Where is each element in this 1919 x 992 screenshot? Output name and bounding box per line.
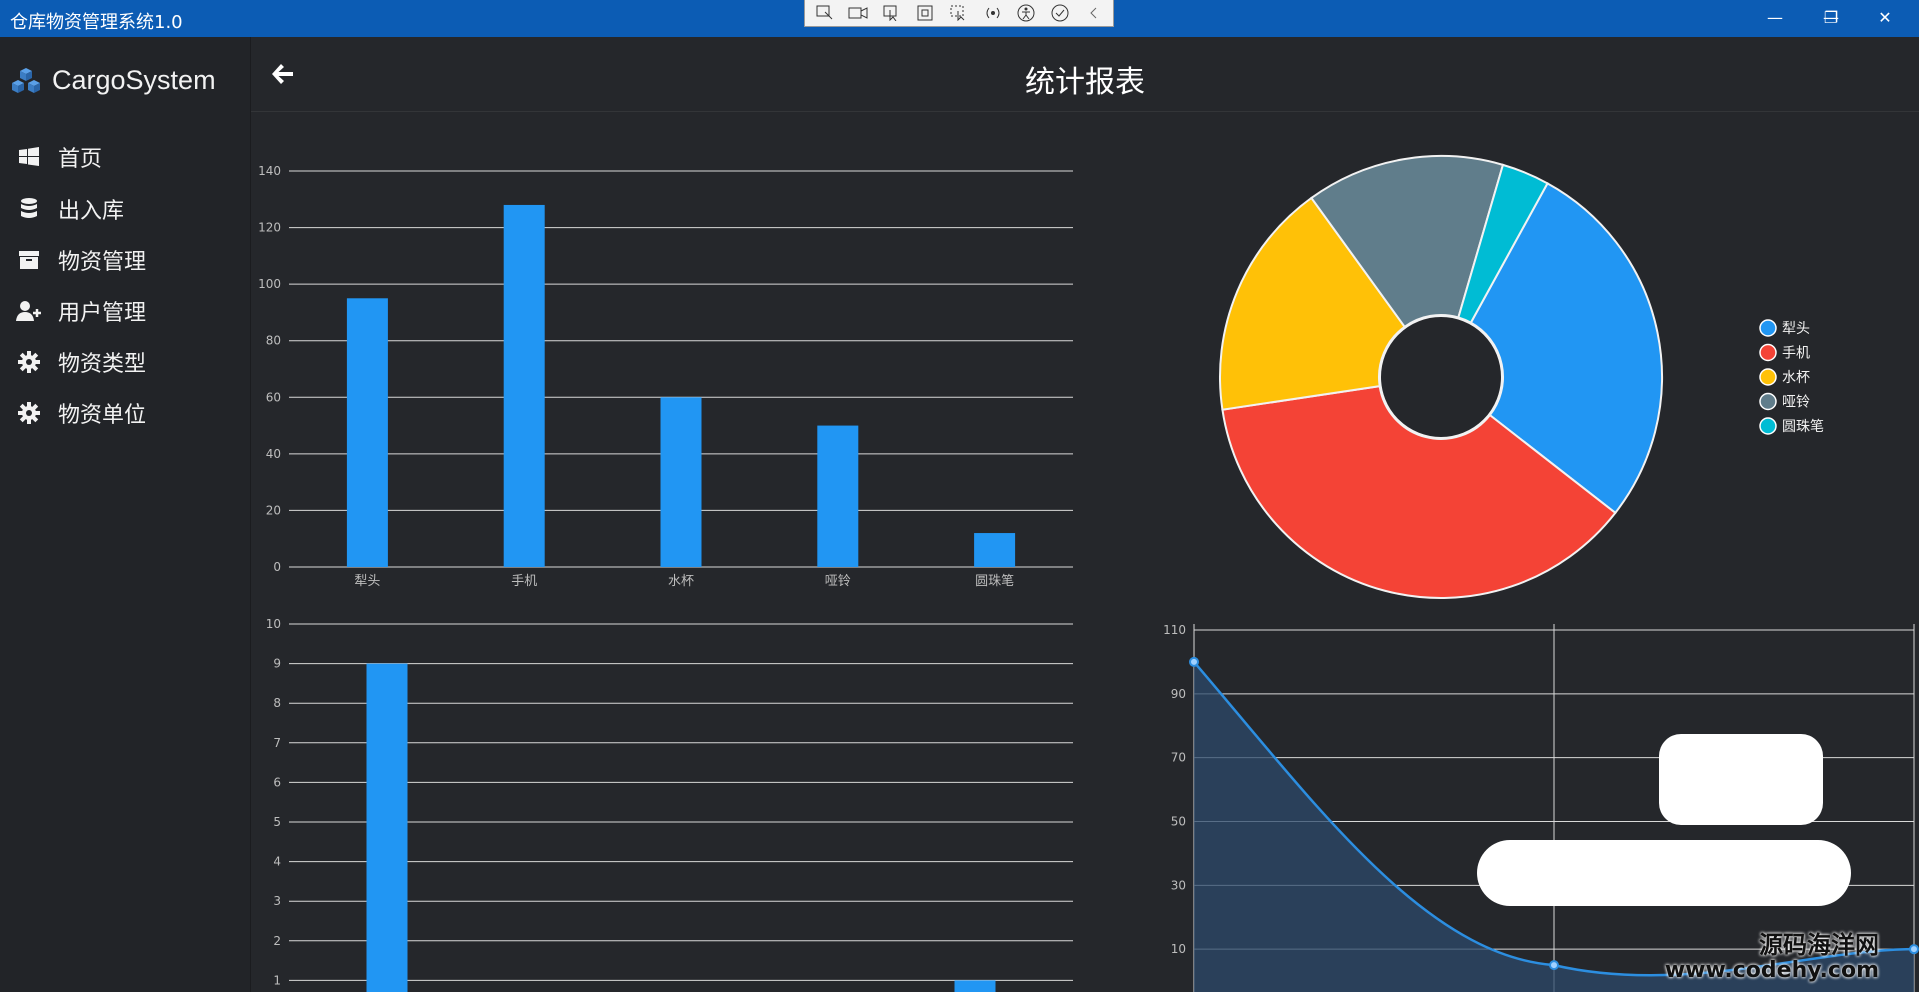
y-tick-label: 10 (266, 617, 281, 631)
y-tick-label: 50 (1171, 815, 1186, 829)
bar (346, 298, 388, 567)
legend-marker (1759, 319, 1777, 337)
sidebar-item-material-types[interactable]: 物资类型 (16, 342, 146, 382)
data-point (1909, 944, 1919, 955)
donut-chart-stock: 犁头手机水杯哑铃圆珠笔 (1219, 155, 1824, 599)
windows-icon (16, 144, 42, 170)
debug-toolbar (804, 0, 1114, 27)
sidebar-item-material-units[interactable]: 物资单位 (16, 393, 146, 433)
check-icon[interactable] (1046, 2, 1074, 24)
bar (366, 663, 408, 992)
page-title: 统计报表 (1025, 65, 1145, 100)
record-icon[interactable] (845, 2, 873, 24)
legend-marker (1759, 417, 1777, 435)
legend-marker (1759, 392, 1777, 411)
y-tick-label: 0 (273, 560, 281, 574)
brand: CargoSystem (10, 65, 216, 96)
y-tick-label: 9 (273, 657, 281, 671)
data-point (1549, 960, 1559, 971)
window-title: 仓库物资管理系统1.0 (10, 12, 183, 33)
redacted-box (1477, 840, 1851, 906)
y-tick-label: 2 (273, 934, 281, 948)
watermark: 源码海洋网 www.codehy.com (1665, 932, 1879, 984)
sidebar-item-label: 用户管理 (58, 301, 147, 326)
gear-icon (16, 349, 42, 375)
sidebar: CargoSystem 首页 出入库 物资管理 用户管理 物资类型 物资单位 (0, 37, 251, 992)
y-tick-label: 70 (1171, 751, 1186, 765)
page-header: 统计报表 (251, 37, 1919, 112)
y-tick-label: 8 (273, 696, 281, 710)
bar (503, 204, 545, 567)
y-tick-label: 30 (1171, 878, 1186, 892)
y-tick-label: 110 (1163, 623, 1186, 637)
sidebar-item-label: 物资类型 (58, 352, 147, 377)
user-plus-icon (16, 298, 42, 324)
restore-button[interactable]: ❐ (1808, 4, 1854, 32)
archive-icon (16, 247, 42, 273)
legend-label: 水杯 (1782, 370, 1810, 386)
sidebar-item-home[interactable]: 首页 (16, 137, 102, 177)
main-content: 统计报表 0 20 40 60 80 100 120 140 犁头手机水杯哑铃圆珠笔 犁头手机水… (251, 37, 1919, 992)
data-point (1189, 656, 1199, 667)
y-tick-label: 1 (273, 973, 281, 987)
binding-icon[interactable] (979, 2, 1007, 24)
legend-label: 犁头 (1782, 321, 1810, 337)
bar (974, 533, 1016, 567)
cubes-logo-icon (12, 67, 40, 93)
sidebar-item-stock[interactable]: 出入库 (16, 189, 124, 229)
watermark-url: www.codehy.com (1664, 958, 1879, 983)
y-tick-label: 40 (266, 447, 281, 461)
y-tick-label: 140 (258, 164, 281, 178)
hover-icon[interactable] (945, 2, 973, 24)
bar (660, 397, 702, 567)
sidebar-item-label: 出入库 (58, 199, 125, 224)
minimize-icon: — (1767, 8, 1783, 27)
gear-icon (16, 400, 42, 426)
brand-name: CargoSystem (52, 65, 216, 95)
accessibility-icon[interactable] (1012, 2, 1040, 24)
pointer-icon[interactable] (878, 2, 906, 24)
legend-label: 手机 (1782, 346, 1810, 362)
sidebar-item-users[interactable]: 用户管理 (16, 291, 146, 331)
bar (954, 980, 996, 992)
database-icon (16, 196, 42, 222)
redacted-box (1659, 734, 1823, 825)
restore-icon: ❐ (1823, 8, 1839, 27)
legend-label: 哑铃 (1782, 395, 1810, 411)
minimize-button-alt[interactable]: — (1752, 4, 1798, 32)
y-tick-label: 10 (1171, 942, 1186, 956)
legend-marker (1759, 368, 1777, 386)
y-tick-label: 4 (273, 855, 281, 869)
donut-hole (1379, 315, 1503, 439)
sidebar-item-label: 物资管理 (58, 250, 147, 275)
watermark-title: 源码海洋网 (1759, 931, 1879, 959)
y-tick-label: 7 (273, 736, 281, 750)
select-element-icon[interactable] (811, 2, 839, 24)
y-tick-label: 60 (266, 390, 281, 404)
legend-label: 圆珠笔 (1782, 419, 1824, 435)
bar-chart-stock: 020406080100120140犁头 手机 水杯 哑铃 圆珠笔 (258, 164, 1073, 589)
y-tick-label: 5 (273, 815, 281, 829)
close-icon: ✕ (1878, 8, 1892, 27)
sidebar-item-label: 首页 (58, 147, 103, 172)
sidebar-item-materials[interactable]: 物资管理 (16, 240, 146, 280)
y-tick-label: 6 (273, 775, 281, 789)
close-button[interactable]: ✕ (1862, 4, 1908, 32)
y-tick-label: 80 (266, 334, 281, 348)
y-tick-label: 3 (273, 894, 281, 908)
bar-chart-users: 012345678910 (266, 617, 1073, 992)
y-tick-label: 20 (266, 503, 281, 517)
y-tick-label: 120 (258, 221, 281, 235)
collapse-icon[interactable] (1080, 2, 1108, 24)
y-tick-label: 100 (258, 277, 281, 291)
bar (817, 425, 859, 567)
y-tick-label: 90 (1171, 687, 1186, 701)
legend-marker (1759, 343, 1777, 362)
sidebar-item-label: 物资单位 (58, 403, 147, 428)
frame-icon[interactable] (912, 2, 940, 24)
